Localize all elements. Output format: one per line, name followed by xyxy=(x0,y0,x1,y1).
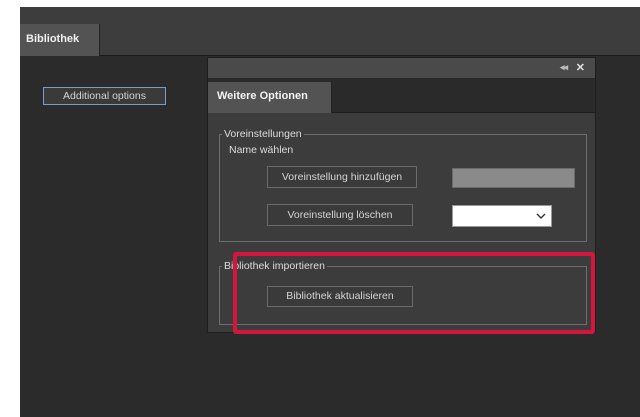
choose-name-label: Name wählen xyxy=(229,144,294,156)
presets-group-legend: Voreinstellungen xyxy=(224,128,302,140)
chevron-down-icon xyxy=(536,213,546,219)
tab-bibliothek[interactable]: Bibliothek xyxy=(20,24,100,56)
preset-select[interactable] xyxy=(452,205,552,227)
delete-preset-button[interactable]: Voreinstellung löschen xyxy=(267,204,413,226)
tab-weitere-optionen[interactable]: Weitere Optionen xyxy=(208,82,332,113)
additional-options-button[interactable]: Additional options xyxy=(43,87,166,105)
collapse-icon[interactable]: ◂◂ xyxy=(560,62,568,73)
close-icon[interactable]: ✕ xyxy=(576,61,585,74)
weitere-optionen-dialog: ◂◂ ✕ Weitere Optionen Voreinstellungen N… xyxy=(207,57,596,333)
dialog-titlebar[interactable]: ◂◂ ✕ xyxy=(208,58,595,78)
refresh-library-button[interactable]: Bibliothek aktualisieren xyxy=(267,286,413,307)
add-preset-button[interactable]: Voreinstellung hinzufügen xyxy=(267,166,417,188)
library-tabbar: Bibliothek xyxy=(20,7,640,56)
preset-name-field[interactable] xyxy=(452,168,575,188)
import-library-legend: Bibliothek importieren xyxy=(224,260,325,272)
dialog-tabbar: Weitere Optionen xyxy=(208,78,595,113)
